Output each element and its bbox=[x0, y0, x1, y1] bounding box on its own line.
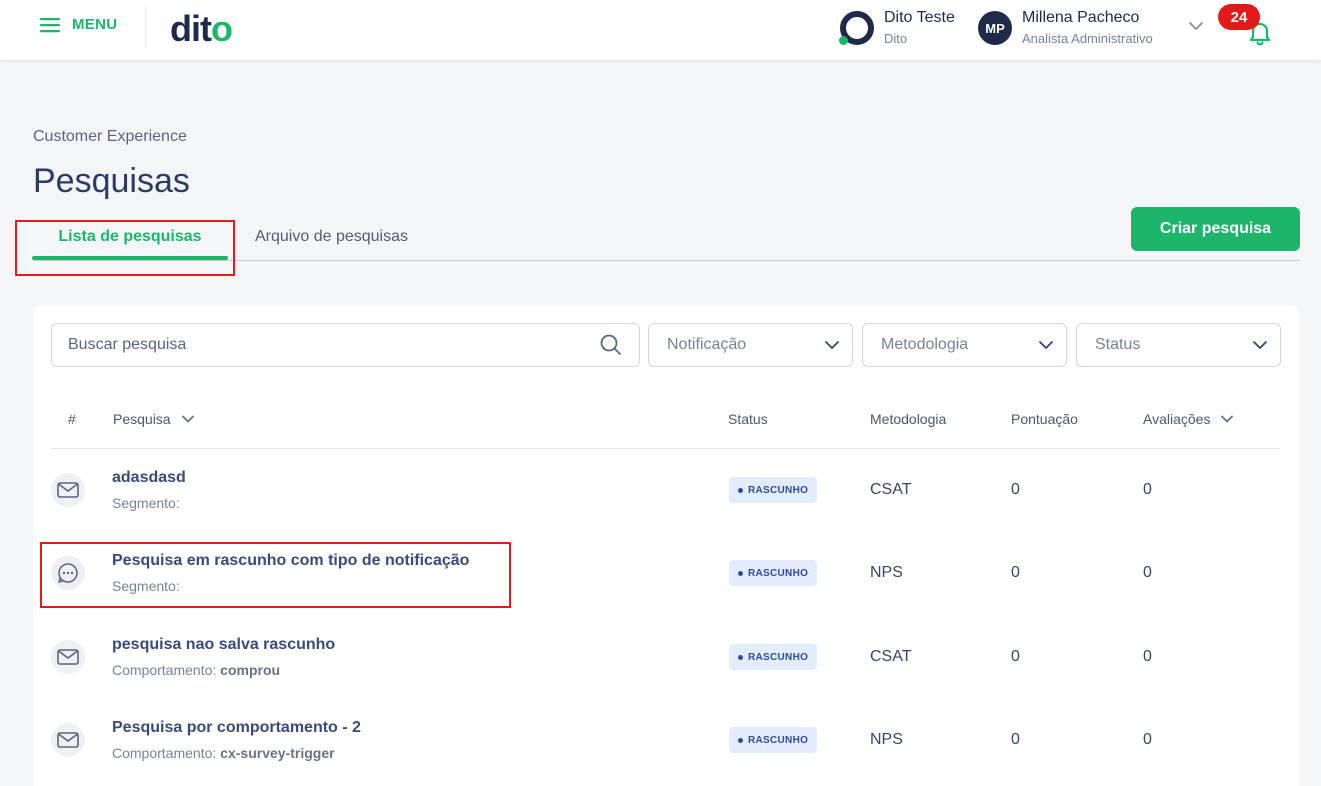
segment-label: Comportamento: bbox=[112, 662, 217, 678]
methodology-cell: CSAT bbox=[870, 481, 912, 498]
search-field[interactable] bbox=[51, 323, 640, 367]
survey-title-link[interactable]: adasdasd bbox=[112, 469, 186, 487]
account-sub: Dito bbox=[884, 31, 908, 46]
status-dot bbox=[738, 737, 743, 743]
highlight-box-row bbox=[40, 542, 511, 608]
score-cell: 0 bbox=[1011, 564, 1020, 581]
status-filter-label: Status bbox=[1095, 336, 1141, 353]
envelope-icon bbox=[51, 723, 85, 757]
column-header-status-label: Status bbox=[728, 411, 768, 427]
logo-text-suffix: o bbox=[210, 8, 233, 49]
create-survey-button[interactable]: Criar pesquisa bbox=[1131, 207, 1300, 251]
avatar: MP bbox=[978, 11, 1012, 45]
account-name: Dito Teste bbox=[884, 9, 955, 26]
top-bar: MENU dito Dito Teste Dito MP Millena Pac… bbox=[0, 0, 1321, 60]
hamburger-icon bbox=[40, 17, 60, 32]
search-input[interactable] bbox=[68, 336, 599, 354]
status-badge: RASCUNHO bbox=[729, 477, 818, 503]
chevron-down-icon bbox=[1253, 341, 1267, 349]
methodology-filter-label: Metodologia bbox=[881, 336, 969, 353]
ratings-cell: 0 bbox=[1143, 648, 1152, 665]
table-row[interactable]: pesquisa nao salva rascunho Comportament… bbox=[33, 616, 1299, 700]
score-cell: 0 bbox=[1011, 648, 1020, 665]
account-logo-icon bbox=[839, 11, 874, 45]
table-row[interactable]: Pesquisa por comportamento - 2 Comportam… bbox=[33, 699, 1299, 783]
column-header-ratings-label: Avaliações bbox=[1143, 411, 1211, 427]
column-header-methodology: Metodologia bbox=[870, 411, 946, 427]
survey-title-link[interactable]: pesquisa nao salva rascunho bbox=[112, 636, 335, 654]
column-header-status: Status bbox=[728, 411, 768, 427]
segment-value: cx-survey-trigger bbox=[220, 745, 335, 761]
status-badge: RASCUNHO bbox=[729, 727, 818, 753]
methodology-cell: CSAT bbox=[870, 648, 912, 665]
segment-label: Comportamento: bbox=[112, 745, 217, 761]
notification-count-badge: 24 bbox=[1218, 4, 1260, 30]
status-filter-select[interactable]: Status bbox=[1076, 323, 1281, 367]
highlight-box-tab bbox=[15, 220, 235, 276]
status-badge-label: RASCUNHO bbox=[748, 484, 809, 496]
column-header-methodology-label: Metodologia bbox=[870, 411, 947, 427]
survey-title-link[interactable]: Pesquisa por comportamento - 2 bbox=[112, 719, 361, 737]
methodology-cell: NPS bbox=[870, 564, 903, 581]
account-switcher[interactable]: Dito Teste Dito bbox=[839, 8, 955, 48]
ratings-cell: 0 bbox=[1143, 564, 1152, 581]
page-title: Pesquisas bbox=[33, 162, 190, 200]
menu-label: MENU bbox=[72, 16, 118, 33]
chevron-down-icon bbox=[181, 415, 194, 423]
status-dot bbox=[738, 487, 743, 493]
survey-segment: Segmento: bbox=[112, 495, 180, 511]
survey-segment: Comportamento: cx-survey-trigger bbox=[112, 745, 335, 761]
segment-label: Segmento: bbox=[112, 495, 180, 511]
chevron-down-icon[interactable] bbox=[1188, 20, 1204, 32]
chevron-down-icon bbox=[1221, 415, 1234, 423]
user-menu[interactable]: MP Millena Pacheco Analista Administrati… bbox=[978, 8, 1153, 48]
column-header-score: Pontuação bbox=[1011, 411, 1078, 427]
notification-filter-label: Notificação bbox=[667, 336, 747, 353]
status-badge: RASCUNHO bbox=[729, 560, 818, 586]
column-header-score-label: Pontuação bbox=[1011, 411, 1078, 427]
table-row[interactable]: adasdasd Segmento: RASCUNHO CSAT 0 0 bbox=[33, 449, 1299, 533]
envelope-icon bbox=[51, 640, 85, 674]
status-badge: RASCUNHO bbox=[729, 644, 818, 670]
menu-button[interactable]: MENU bbox=[40, 16, 117, 33]
score-cell: 0 bbox=[1011, 731, 1020, 748]
methodology-cell: NPS bbox=[870, 731, 903, 748]
column-header-ratings[interactable]: Avaliações bbox=[1143, 411, 1234, 427]
ratings-cell: 0 bbox=[1143, 481, 1152, 498]
envelope-icon bbox=[51, 473, 85, 507]
search-icon[interactable] bbox=[599, 333, 623, 357]
column-header-survey[interactable]: Pesquisa bbox=[113, 411, 195, 427]
status-badge-label: RASCUNHO bbox=[748, 651, 809, 663]
breadcrumb[interactable]: Customer Experience bbox=[33, 128, 187, 146]
chevron-down-icon bbox=[1039, 341, 1053, 349]
tab-survey-archive[interactable]: Arquivo de pesquisas bbox=[255, 228, 408, 246]
status-badge-label: RASCUNHO bbox=[748, 734, 809, 746]
column-header-index: # bbox=[68, 411, 76, 427]
dito-logo[interactable]: dito bbox=[170, 8, 233, 50]
status-dot bbox=[738, 570, 743, 576]
segment-value: comprou bbox=[220, 662, 281, 678]
logo-text: dit bbox=[170, 8, 212, 49]
score-cell: 0 bbox=[1011, 481, 1020, 498]
divider bbox=[145, 6, 146, 48]
user-name: Millena Pacheco bbox=[1022, 9, 1140, 26]
survey-segment: Comportamento: comprou bbox=[112, 662, 280, 678]
column-header-index-label: # bbox=[68, 411, 76, 427]
column-header-survey-label: Pesquisa bbox=[113, 411, 171, 427]
user-role: Analista Administrativo bbox=[1022, 31, 1153, 46]
ratings-cell: 0 bbox=[1143, 731, 1152, 748]
chevron-down-icon bbox=[825, 341, 839, 349]
notification-filter-select[interactable]: Notificação bbox=[648, 323, 853, 367]
status-dot bbox=[738, 654, 743, 660]
methodology-filter-select[interactable]: Metodologia bbox=[862, 323, 1067, 367]
status-badge-label: RASCUNHO bbox=[748, 567, 809, 579]
